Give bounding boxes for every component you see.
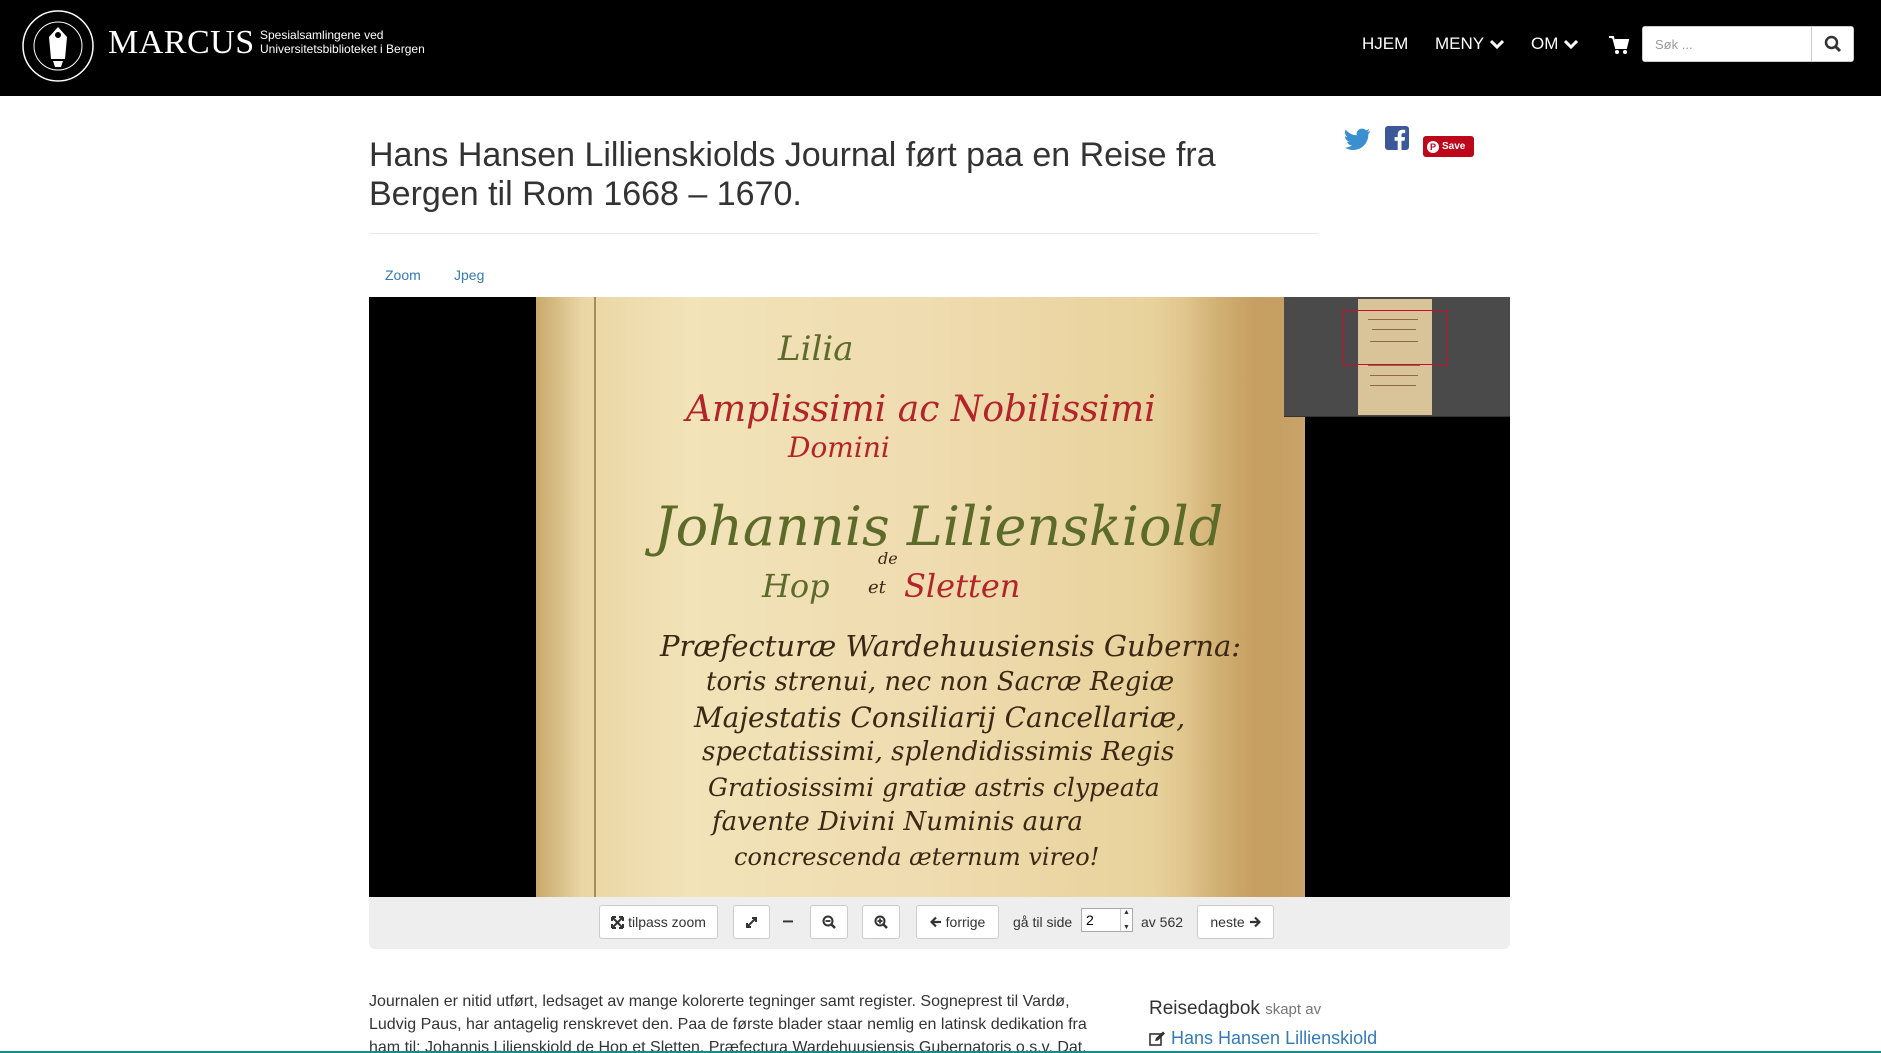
manuscript-line: et: [868, 577, 886, 598]
next-page-label: neste: [1210, 914, 1245, 930]
manuscript-line: Gratiosissimi gratiæ astris clypeata: [708, 773, 1160, 802]
document-title: Hans Hansen Lillienskiolds Journal ført …: [369, 136, 1216, 213]
arrow-left-icon: [929, 916, 941, 928]
manuscript-line: Amplissimi ac Nobilissimi: [686, 389, 1156, 430]
navigator-thumbnail[interactable]: [1284, 297, 1510, 417]
top-navbar: MARCUS Spesialsamlingene ved Universitet…: [0, 0, 1881, 96]
fit-zoom-label: tilpass zoom: [628, 914, 706, 930]
fullscreen-button[interactable]: [733, 905, 770, 939]
document-description: Journalen er nitid utført, ledsaget av m…: [369, 993, 1087, 1053]
page-total-label: av 562: [1141, 914, 1184, 930]
search-button[interactable]: [1811, 27, 1853, 61]
pinterest-save-label: Save: [1442, 141, 1466, 152]
stepper-down-icon[interactable]: ▼: [1123, 924, 1130, 931]
manuscript-line: Præfecturæ Wardehuusiensis Guberna:: [660, 629, 1242, 663]
search-input[interactable]: [1643, 27, 1811, 61]
twitter-icon[interactable]: [1345, 128, 1371, 150]
shopping-cart-icon[interactable]: [1608, 34, 1630, 56]
page-spine: [594, 297, 596, 897]
manuscript-line: Domini: [788, 431, 890, 464]
title-divider: [369, 233, 1319, 234]
nav-about-dropdown[interactable]: OM: [1531, 34, 1579, 54]
thumbnail-text-line: [1368, 365, 1420, 366]
previous-page-button[interactable]: forrige: [916, 905, 999, 939]
zoom-out-icon: [822, 915, 836, 929]
zoom-separator-button[interactable]: [773, 905, 803, 939]
creator-link[interactable]: Hans Hansen Lillienskiold: [1149, 1028, 1377, 1049]
manuscript-line: spectatissimi, splendidissimis Regis: [702, 737, 1175, 767]
thumbnail-text-line: [1370, 375, 1418, 376]
nav-about-label: OM: [1531, 34, 1559, 53]
tab-zoom[interactable]: Zoom: [385, 267, 421, 283]
sidebar-heading: Reisedagbok skapt av: [1149, 998, 1321, 1020]
image-viewer[interactable]: Lilia Amplissimi ac Nobilissimi Domini J…: [369, 297, 1510, 897]
nav-menu-label: MENY: [1435, 34, 1485, 53]
page-number-stepper[interactable]: ▲ ▼: [1120, 909, 1132, 931]
nav-home-label: HJEM: [1362, 34, 1409, 53]
zoom-in-icon: [874, 915, 888, 929]
facebook-icon[interactable]: [1385, 126, 1409, 150]
zoom-out-button[interactable]: [810, 905, 848, 939]
fit-zoom-button[interactable]: tilpass zoom: [599, 905, 718, 939]
zoom-in-button[interactable]: [862, 905, 900, 939]
brand-subtitle-line2: Universitetsbiblioteket i Bergen: [260, 42, 425, 56]
manuscript-line: Majestatis Consiliarij Cancellariæ,: [694, 701, 1186, 734]
manuscript-line: de: [878, 549, 898, 568]
chevron-down-icon: [1490, 39, 1505, 49]
manuscript-line: concrescenda æternum vireo!: [734, 843, 1100, 871]
creator-name: Hans Hansen Lillienskiold: [1171, 1028, 1378, 1048]
manuscript-line: toris strenui, nec non Sacræ Regiæ: [706, 667, 1175, 697]
search-icon: [1824, 35, 1841, 53]
manuscript-line: Johannis Lilienskiold: [654, 495, 1224, 558]
viewer-toolbar: tilpass zoom forrige gå til side ▲ ▼ av …: [369, 897, 1510, 949]
goto-page-label: gå til side: [1013, 914, 1073, 930]
sidebar-heading-type: Reisedagbok: [1149, 998, 1260, 1019]
brand-name[interactable]: MARCUS: [108, 24, 255, 62]
chevron-down-icon: [1564, 39, 1579, 49]
fullscreen-icon: [746, 916, 757, 928]
nav-home[interactable]: HJEM: [1362, 34, 1408, 54]
manuscript-line: Sletten: [904, 567, 1021, 605]
stepper-up-icon[interactable]: ▲: [1123, 909, 1130, 916]
search-box: [1642, 26, 1854, 62]
pinterest-save-button[interactable]: P Save: [1423, 136, 1474, 157]
sidebar-heading-suffix: skapt av: [1265, 1001, 1322, 1018]
previous-page-label: forrige: [945, 914, 986, 930]
brand-subtitle-line1: Spesialsamlingene ved: [260, 28, 384, 42]
manuscript-page-image: Lilia Amplissimi ac Nobilissimi Domini J…: [536, 297, 1305, 897]
arrow-right-icon: [1249, 916, 1261, 928]
minus-icon: [783, 920, 793, 923]
next-page-button[interactable]: neste: [1197, 905, 1274, 939]
thumbnail-text-line: [1370, 385, 1416, 386]
expand-arrows-icon: [611, 915, 625, 929]
manuscript-line: favente Divini Numinis aura: [712, 807, 1083, 837]
edit-icon: [1149, 1031, 1165, 1046]
manuscript-line: Lilia: [778, 329, 854, 369]
nav-menu-dropdown[interactable]: MENY: [1435, 34, 1505, 54]
brand-subtitle: Spesialsamlingene ved Universitetsbiblio…: [260, 28, 460, 56]
tab-jpeg[interactable]: Jpeg: [454, 267, 484, 283]
university-seal-logo[interactable]: [21, 9, 95, 83]
manuscript-line: Hop: [762, 567, 830, 605]
thumbnail-viewport-frame[interactable]: [1342, 310, 1448, 365]
pinterest-icon: P: [1427, 140, 1439, 153]
